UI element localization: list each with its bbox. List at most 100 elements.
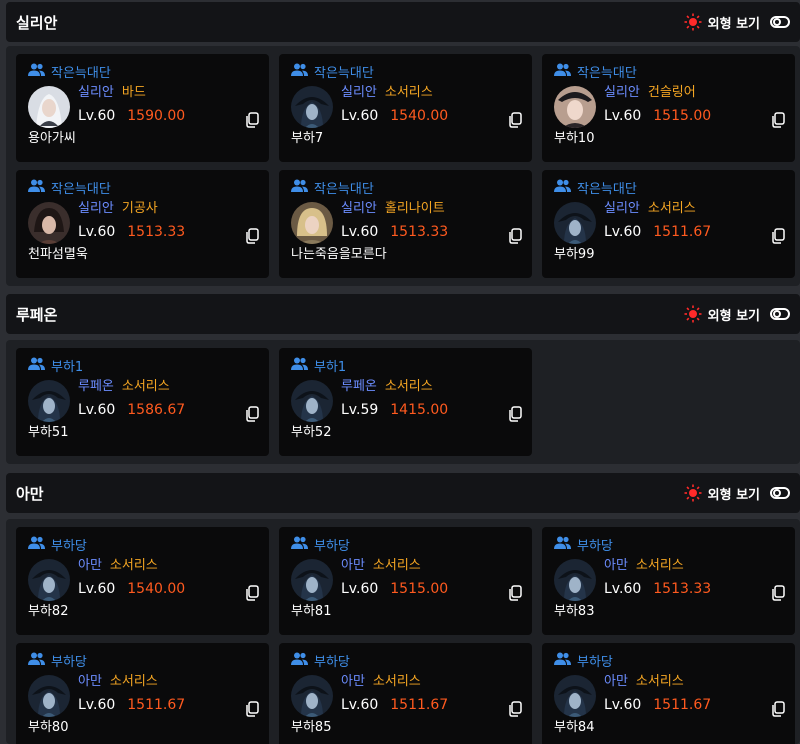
class-name: 소서리스: [121, 379, 170, 394]
party-icon: [28, 179, 45, 196]
item-level: 1511.67: [390, 697, 449, 713]
character-name: 부하84: [554, 720, 595, 735]
item-level: 1540.00: [390, 108, 449, 124]
appearance-toggle[interactable]: 외형 보기: [684, 484, 790, 503]
character-name: 부하83: [554, 604, 595, 619]
character-name: 부하99: [554, 247, 595, 262]
character-avatar: [554, 86, 596, 128]
party-name: 작은늑대단: [51, 65, 111, 81]
item-level: 1590.00: [127, 108, 186, 124]
character-name: 부하51: [28, 425, 69, 440]
character-list-page: 실리안 외형 보기 작은늑대단 실리안 바드 Lv.60 1590.00 용아가씨 작은늑대…: [0, 0, 800, 744]
server-name: 아만: [604, 558, 628, 573]
sun-icon: [684, 13, 702, 31]
party-label: 부하당: [291, 651, 522, 670]
party-label: 작은늑대단: [554, 178, 785, 197]
character-level: Lv.60: [78, 402, 116, 418]
character-card[interactable]: 작은늑대단 실리안 기공사 Lv.60 1513.33 천파섬멸욱: [16, 170, 269, 278]
character-card[interactable]: 부하당 아만 소서리스 Lv.60 1540.00 부하82: [16, 527, 269, 635]
party-name: 부하당: [314, 538, 350, 554]
server-name: 아만: [341, 674, 365, 689]
party-icon: [554, 63, 571, 80]
party-name: 작은늑대단: [577, 181, 637, 197]
character-name: 부하80: [28, 720, 69, 735]
character-name: 부하85: [291, 720, 332, 735]
item-level: 1540.00: [127, 581, 186, 597]
character-level: Lv.60: [341, 224, 379, 240]
character-card[interactable]: 작은늑대단 실리안 홀리나이트 Lv.60 1513.33 나는죽음을모른다: [279, 170, 532, 278]
character-card[interactable]: 부하1 루페온 소서리스 Lv.60 1586.67 부하51: [16, 348, 269, 456]
character-name: 용아가씨: [28, 131, 76, 146]
server-name: 실리안: [341, 85, 377, 100]
character-name: 부하7: [291, 131, 324, 146]
item-level: 1513.33: [390, 224, 449, 240]
party-label: 부하당: [28, 651, 259, 670]
character-level: Lv.60: [604, 224, 642, 240]
character-avatar: [554, 202, 596, 244]
toggle-switch-icon[interactable]: [770, 487, 790, 499]
character-card[interactable]: 작은늑대단 실리안 건슬링어 Lv.60 1515.00 부하10: [542, 54, 795, 162]
character-card[interactable]: 부하당 아만 소서리스 Lv.60 1511.67 부하84: [542, 643, 795, 744]
server-name: 아만: [341, 558, 365, 573]
character-card[interactable]: 작은늑대단 실리안 소서리스 Lv.60 1511.67 부하99: [542, 170, 795, 278]
section-title: 루페온: [16, 305, 58, 324]
character-level: Lv.60: [604, 581, 642, 597]
section-title: 아만: [16, 484, 44, 503]
server-name: 실리안: [604, 201, 640, 216]
party-icon: [28, 652, 45, 669]
class-name: 소서리스: [647, 201, 696, 216]
party-name: 작은늑대단: [577, 65, 637, 81]
character-name: 천파섬멸욱: [28, 247, 88, 262]
party-label: 작은늑대단: [291, 178, 522, 197]
party-label: 부하1: [291, 356, 522, 375]
sun-icon: [684, 484, 702, 502]
party-label: 부하당: [28, 535, 259, 554]
character-avatar: [28, 675, 70, 717]
item-level: 1415.00: [390, 402, 449, 418]
item-level: 1515.00: [390, 581, 449, 597]
character-card[interactable]: 부하당 아만 소서리스 Lv.60 1515.00 부하81: [279, 527, 532, 635]
server-name: 아만: [78, 558, 102, 573]
item-level: 1511.67: [127, 697, 186, 713]
party-label: 부하1: [28, 356, 259, 375]
character-level: Lv.60: [78, 224, 116, 240]
item-level: 1513.33: [653, 581, 712, 597]
server-name: 실리안: [341, 201, 377, 216]
character-avatar: [291, 202, 333, 244]
server-name: 아만: [78, 674, 102, 689]
party-icon: [291, 63, 308, 80]
class-name: 홀리나이트: [384, 201, 445, 216]
class-name: 건슬링어: [647, 85, 696, 100]
character-card[interactable]: 부하당 아만 소서리스 Lv.60 1511.67 부하80: [16, 643, 269, 744]
class-name: 소서리스: [384, 379, 433, 394]
character-card[interactable]: 부하1 루페온 소서리스 Lv.59 1415.00 부하52: [279, 348, 532, 456]
appearance-toggle[interactable]: 외형 보기: [684, 305, 790, 324]
section-body-aman: 부하당 아만 소서리스 Lv.60 1540.00 부하82 부하당 아만 소서리스 Lv.60 1…: [6, 519, 800, 744]
toggle-switch-icon[interactable]: [770, 16, 790, 28]
party-name: 작은늑대단: [314, 65, 374, 81]
party-icon: [28, 63, 45, 80]
section-header-sillian: 실리안 외형 보기: [6, 2, 800, 42]
item-level: 1513.33: [127, 224, 186, 240]
section-header-lupeon: 루페온 외형 보기: [6, 294, 800, 334]
character-card[interactable]: 작은늑대단 실리안 바드 Lv.60 1590.00 용아가씨: [16, 54, 269, 162]
server-name: 실리안: [78, 85, 114, 100]
toggle-switch-icon[interactable]: [770, 308, 790, 320]
character-card[interactable]: 부하당 아만 소서리스 Lv.60 1513.33 부하83: [542, 527, 795, 635]
server-name: 아만: [604, 674, 628, 689]
appearance-toggle[interactable]: 외형 보기: [684, 13, 790, 32]
server-name: 실리안: [604, 85, 640, 100]
class-name: 소서리스: [372, 558, 421, 573]
party-name: 부하당: [51, 654, 87, 670]
party-icon: [291, 652, 308, 669]
character-level: Lv.60: [341, 581, 379, 597]
character-avatar: [554, 559, 596, 601]
party-icon: [291, 179, 308, 196]
character-card[interactable]: 부하당 아만 소서리스 Lv.60 1511.67 부하85: [279, 643, 532, 744]
party-name: 부하당: [577, 654, 613, 670]
class-name: 소서리스: [109, 674, 158, 689]
party-icon: [554, 179, 571, 196]
class-name: 소서리스: [635, 558, 684, 573]
character-card[interactable]: 작은늑대단 실리안 소서리스 Lv.60 1540.00 부하7: [279, 54, 532, 162]
character-level: Lv.59: [341, 402, 379, 418]
